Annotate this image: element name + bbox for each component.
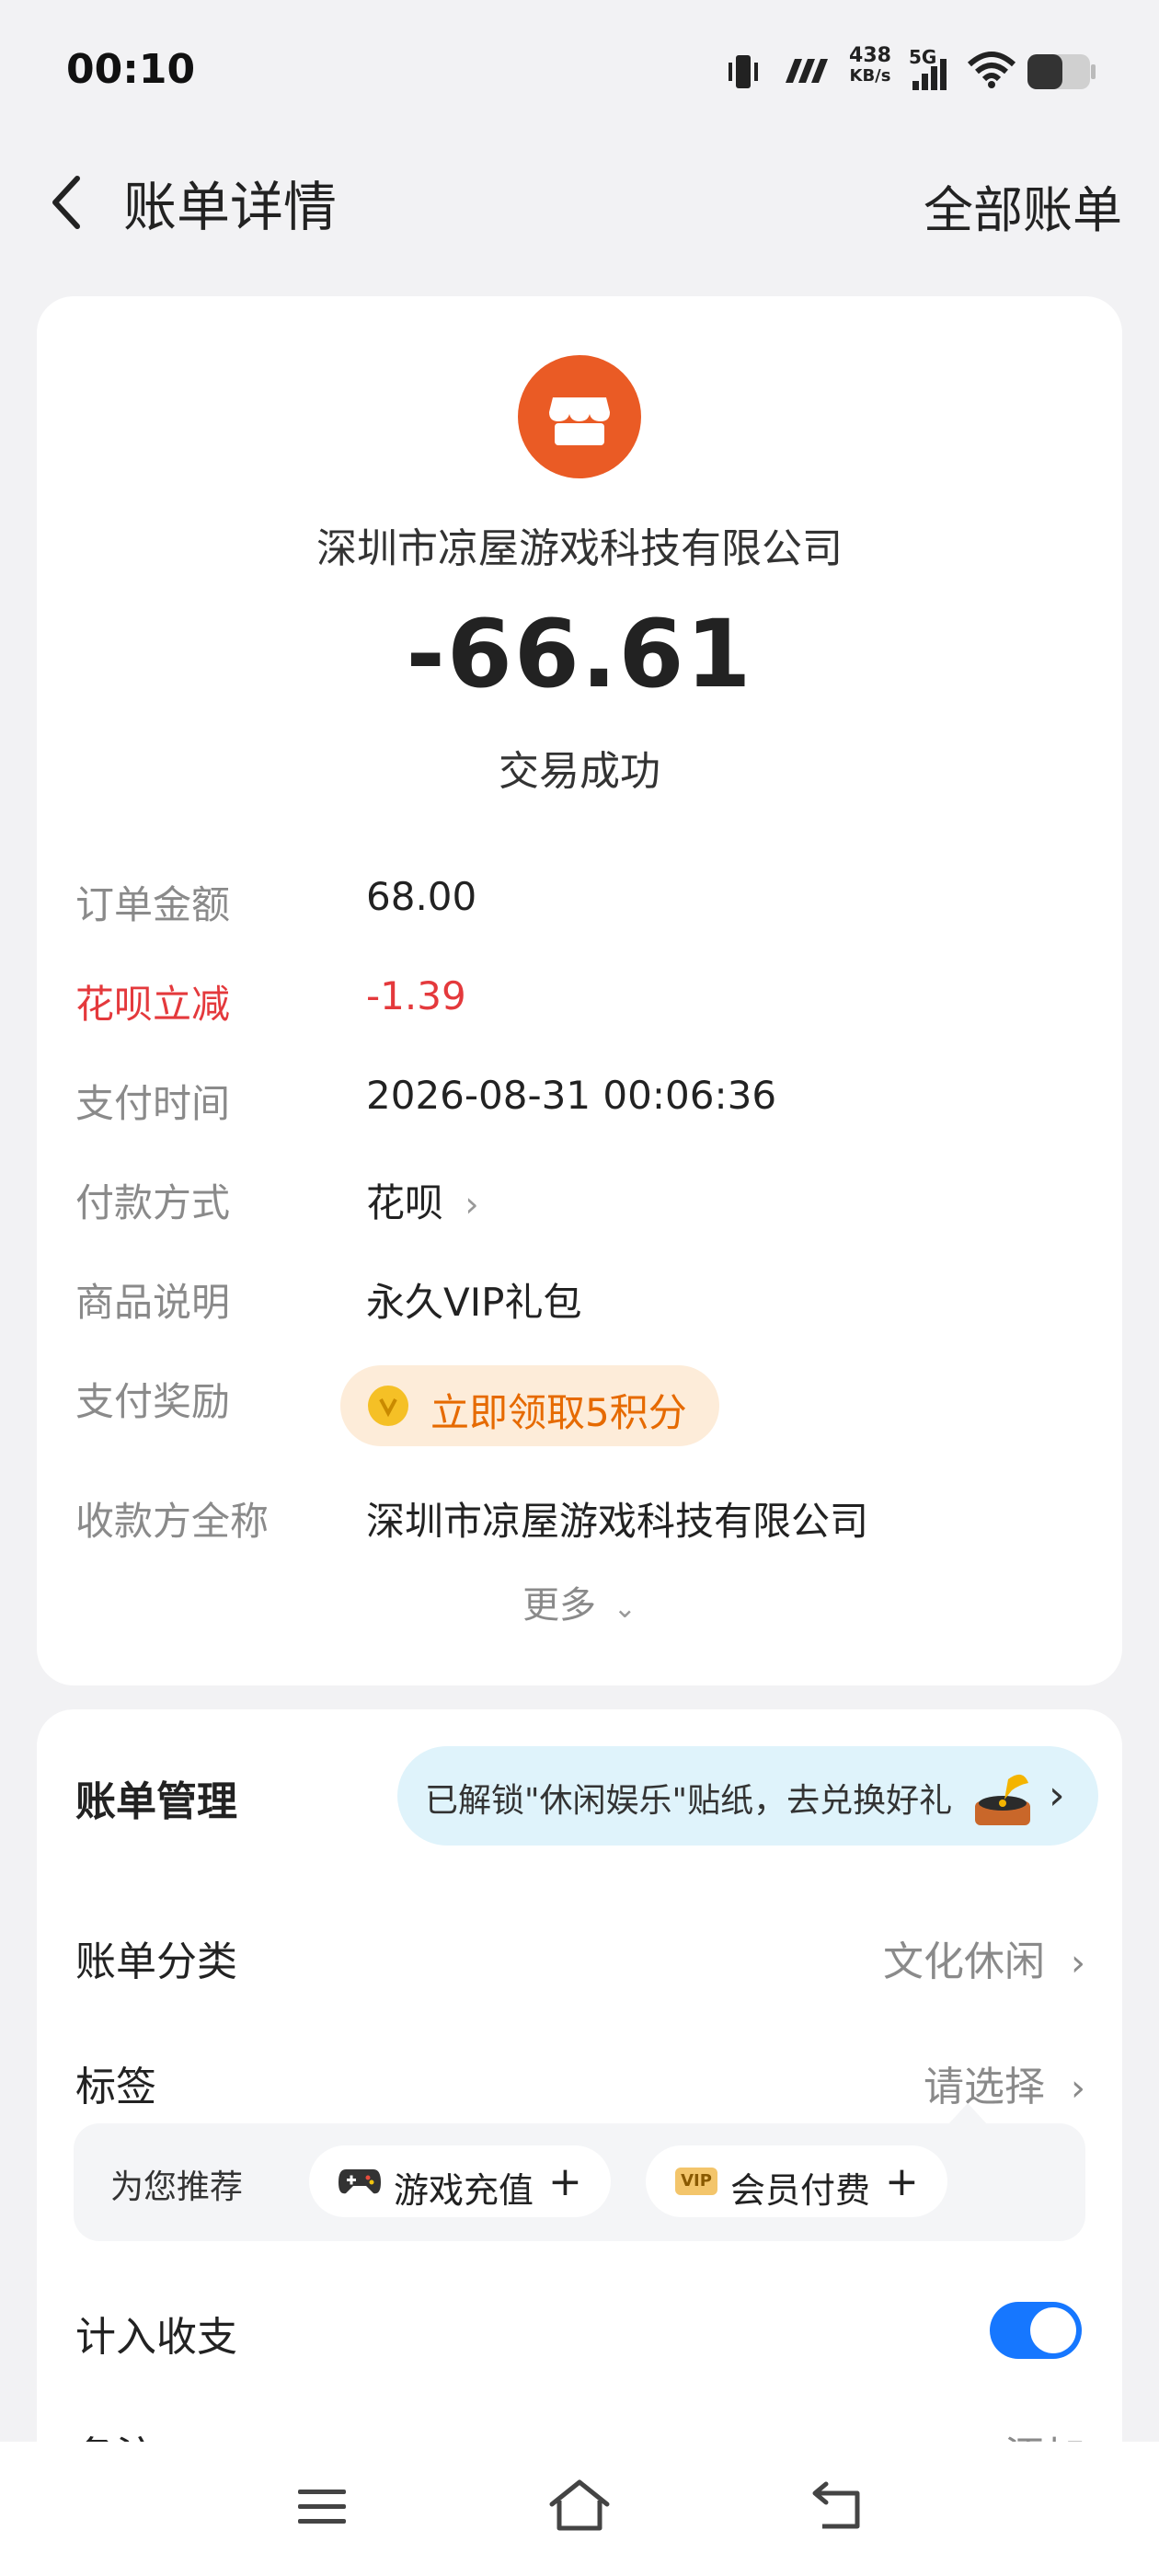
reward-label: 支付奖励 — [75, 1379, 231, 1424]
payee-value: 深圳市凉屋游戏科技有限公司 — [366, 1499, 869, 1544]
pay-method-value: 花呗 — [366, 1180, 444, 1225]
transaction-card: 深圳市凉屋游戏科技有限公司 -66.61 交易成功 订单金额 68.00 花呗立… — [37, 296, 1122, 1685]
merchant-store-icon — [518, 355, 641, 478]
all-bills-link[interactable]: 全部账单 — [924, 169, 1122, 242]
signal-icon — [912, 59, 947, 90]
system-nav-bar — [0, 2442, 1159, 2576]
status-bar: 00:10 438 KB/s 5G — [0, 0, 1159, 147]
gramophone-icon — [975, 1774, 1030, 1825]
category-selector[interactable]: 文化休闲 › — [883, 1928, 1085, 1987]
category-value: 文化休闲 — [883, 1938, 1045, 1985]
pay-method-label: 付款方式 — [75, 1180, 231, 1225]
category-label: 账单分类 — [75, 1938, 237, 1985]
gamepad-icon — [339, 2169, 381, 2194]
page-title: 账单详情 — [123, 176, 338, 238]
toggle-knob — [1030, 2307, 1076, 2353]
vibrate-icon — [729, 55, 758, 88]
merchant-name: 深圳市凉屋游戏科技有限公司 — [316, 525, 843, 572]
plus-icon: + — [885, 2158, 919, 2205]
coin-icon — [368, 1386, 408, 1426]
carrier-icon — [786, 59, 828, 83]
include-label: 计入收支 — [75, 2314, 237, 2361]
claim-reward-button[interactable]: 立即领取5积分 — [340, 1365, 719, 1446]
chip-game-recharge[interactable]: 游戏充值 + — [309, 2145, 611, 2217]
include-toggle[interactable] — [990, 2302, 1082, 2359]
bill-management-title: 账单管理 — [75, 1778, 237, 1825]
home-icon[interactable] — [548, 2478, 611, 2534]
chevron-down-icon: ⌄ — [613, 1593, 637, 1625]
more-label: 更多 — [522, 1584, 597, 1627]
product-value: 永久VIP礼包 — [366, 1280, 582, 1325]
popover-pointer — [947, 2103, 988, 2125]
order-amount-value: 68.00 — [366, 874, 477, 919]
net-speed: 438 KB/s — [849, 44, 891, 86]
transaction-amount: -66.61 — [406, 600, 753, 709]
wifi-icon — [967, 52, 1016, 88]
chevron-right-icon: › — [465, 1184, 479, 1225]
back-nav-icon[interactable] — [809, 2480, 866, 2532]
promo-text: 已解锁"休闲娱乐"贴纸，去兑换好礼 — [425, 1782, 953, 1820]
pay-time-label: 支付时间 — [75, 1081, 231, 1126]
tag-label: 标签 — [75, 2064, 156, 2110]
menu-icon[interactable] — [296, 2484, 348, 2530]
back-icon[interactable] — [37, 166, 101, 239]
chevron-right-icon: › — [1049, 1772, 1065, 1819]
battery-icon — [1027, 54, 1096, 89]
chevron-right-icon: › — [1071, 1942, 1085, 1984]
discount-label: 花呗立减 — [75, 982, 231, 1027]
reward-value: 立即领取5积分 — [430, 1390, 687, 1435]
tag-recommendations: 为您推荐 游戏充值 + VIP 会员付费 + — [74, 2103, 1085, 2241]
chip-label: 游戏充值 — [394, 2170, 534, 2211]
product-label: 商品说明 — [75, 1280, 231, 1325]
discount-value: -1.39 — [366, 973, 466, 1018]
payee-label: 收款方全称 — [75, 1499, 270, 1544]
recommend-label: 为您推荐 — [110, 2168, 244, 2206]
plus-icon: + — [548, 2158, 582, 2205]
pay-time-value: 2026-08-31 00:06:36 — [366, 1073, 777, 1118]
chip-membership-fee[interactable]: VIP 会员付费 + — [646, 2145, 947, 2217]
chevron-right-icon: › — [1071, 2067, 1085, 2110]
status-time: 00:10 — [66, 46, 196, 93]
pay-method-link[interactable]: 花呗 › — [366, 1172, 479, 1228]
transaction-status: 交易成功 — [499, 748, 660, 795]
vip-badge-icon: VIP — [675, 2168, 717, 2195]
chip-label: 会员付费 — [730, 2170, 871, 2211]
order-amount-label: 订单金额 — [75, 882, 231, 927]
sticker-promo-banner[interactable]: 已解锁"休闲娱乐"贴纸，去兑换好礼 › — [397, 1746, 1098, 1846]
more-button[interactable]: 更多 ⌄ — [37, 1575, 1122, 1628]
